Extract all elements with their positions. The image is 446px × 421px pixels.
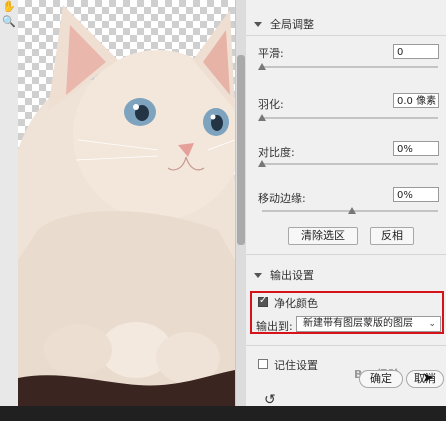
contrast-field[interactable]: 0% — [393, 141, 439, 156]
shift-edge-field[interactable]: 0% — [393, 187, 439, 202]
section-global-adjust[interactable]: 全局调整 — [254, 16, 314, 32]
chevron-down-icon: ⌄ — [428, 319, 436, 329]
contrast-slider[interactable] — [262, 163, 438, 165]
ok-button[interactable]: 确定 — [359, 370, 403, 388]
divider — [246, 35, 446, 36]
smooth-field[interactable]: 0 — [393, 44, 439, 59]
cat-image — [18, 5, 235, 406]
zoom-icon[interactable]: 🔍 — [2, 15, 16, 29]
smooth-slider-thumb[interactable] — [258, 63, 266, 70]
chevron-down-icon — [254, 272, 262, 278]
cursor-icon: ➤ — [422, 370, 434, 386]
contrast-slider-thumb[interactable] — [258, 160, 266, 167]
section-output-settings[interactable]: 输出设置 — [254, 267, 314, 283]
scrollbar-thumb[interactable] — [237, 55, 245, 245]
clear-selection-button[interactable]: 清除选区 — [288, 227, 358, 245]
decontaminate-label: 净化颜色 — [274, 297, 318, 310]
remember-settings-label: 记住设置 — [274, 359, 318, 372]
feather-slider[interactable] — [262, 117, 438, 119]
section-title: 全局调整 — [270, 18, 314, 31]
feather-slider-thumb[interactable] — [258, 114, 266, 121]
chevron-down-icon — [254, 21, 262, 27]
smooth-label: 平滑: — [258, 47, 284, 60]
tool-strip: ✋ 🔍 — [0, 0, 19, 421]
output-to-value: 新建带有图层蒙版的图层 — [303, 318, 413, 329]
refine-edge-panel: 全局调整 平滑: 0 羽化: 0.0 像素 对比度: 0% 移动边缘: 0% 清… — [246, 0, 446, 408]
invert-button[interactable]: 反相 — [370, 227, 414, 245]
remember-settings-checkbox[interactable] — [258, 359, 268, 369]
smooth-slider[interactable] — [262, 66, 438, 68]
shift-edge-label: 移动边缘: — [258, 192, 306, 205]
contrast-label: 对比度: — [258, 146, 295, 159]
shift-edge-slider-thumb[interactable] — [348, 207, 356, 214]
divider — [246, 345, 446, 346]
hand-icon[interactable]: ✋ — [2, 0, 16, 14]
feather-label: 羽化: — [258, 98, 284, 111]
section-title: 输出设置 — [270, 269, 314, 282]
output-to-select[interactable]: 新建带有图层蒙版的图层 ⌄ — [296, 316, 441, 332]
output-to-label: 输出到: — [256, 320, 293, 333]
decontaminate-checkbox[interactable] — [258, 295, 268, 307]
image-canvas[interactable] — [18, 0, 235, 406]
vertical-scrollbar[interactable] — [235, 0, 246, 406]
divider — [246, 254, 446, 255]
feather-field[interactable]: 0.0 像素 — [393, 93, 439, 108]
bottom-bar — [0, 406, 446, 421]
